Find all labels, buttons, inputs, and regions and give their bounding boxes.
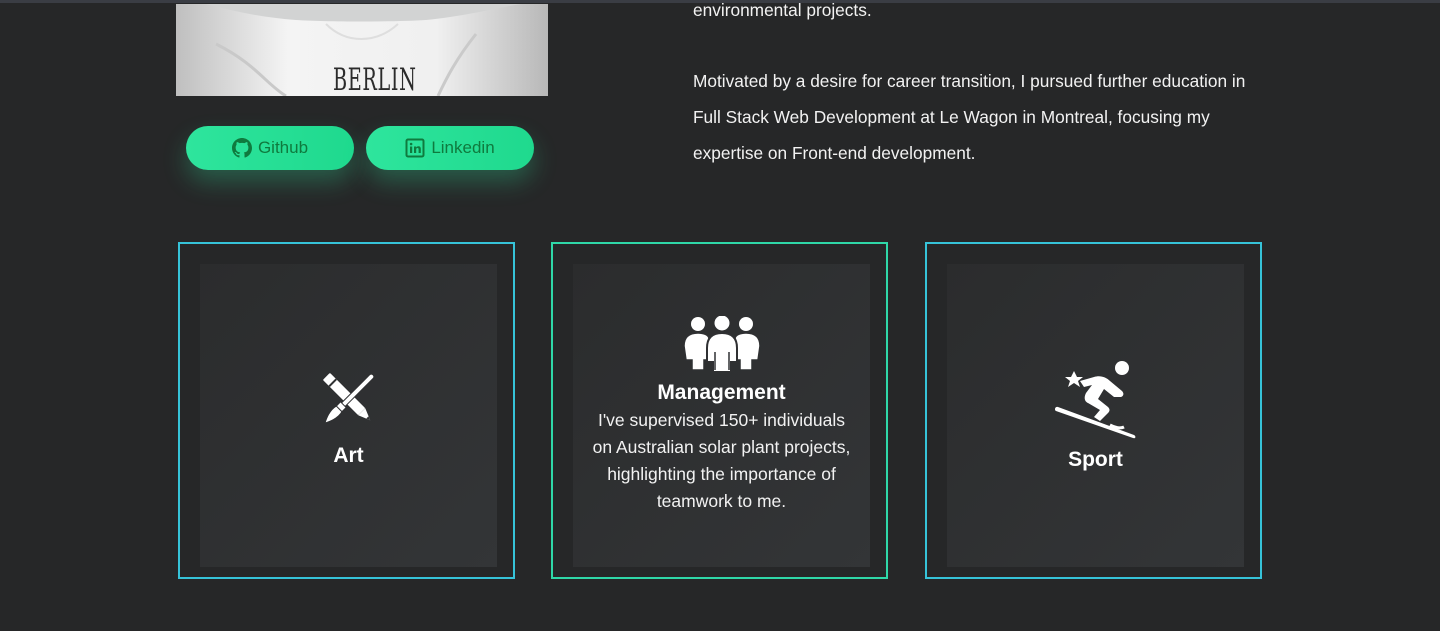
card-sport-title: Sport <box>1068 448 1123 471</box>
github-button[interactable]: Github <box>186 126 354 170</box>
github-label: Github <box>257 138 309 157</box>
card-management-inner: Management I've supervised 150+ individu… <box>573 264 870 567</box>
linkedin-label: Linkedin <box>431 138 495 157</box>
pencil-brush-icon <box>313 363 385 440</box>
linkedin-button[interactable]: Linkedin <box>366 126 534 170</box>
card-management: Management I've supervised 150+ individu… <box>551 242 888 579</box>
shirt-print-text: BERLIN <box>333 62 417 96</box>
about-paragraph-1: environmental projects. <box>693 0 872 20</box>
card-art-title: Art <box>333 444 364 467</box>
about-paragraph-2: Motivated by a desire for career transit… <box>693 71 1246 163</box>
linkedin-icon <box>405 138 425 158</box>
card-art-inner: Art <box>200 264 497 567</box>
card-management-title: Management <box>657 381 786 404</box>
github-icon <box>231 138 252 158</box>
card-management-description: I've supervised 150+ individuals on Aust… <box>592 410 851 511</box>
card-sport: Sport <box>925 242 1262 579</box>
card-sport-inner: Sport <box>947 264 1244 567</box>
about-section: BERLIN Github Linkedin environmental pro… <box>0 0 1440 631</box>
skiing-icon <box>1054 359 1138 444</box>
people-group-icon <box>682 315 762 377</box>
card-art: Art <box>178 242 515 579</box>
profile-photo: BERLIN <box>176 4 548 96</box>
